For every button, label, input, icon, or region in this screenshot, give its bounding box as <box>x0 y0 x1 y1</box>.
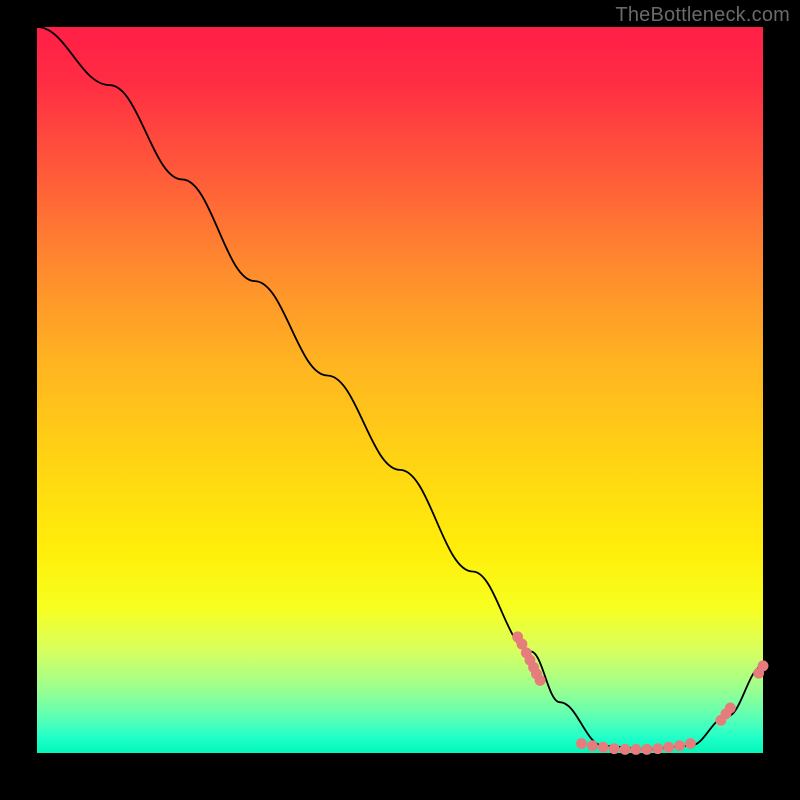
marker-dot <box>598 742 609 753</box>
marker-dot <box>652 743 663 754</box>
marker-dot <box>631 744 642 755</box>
marker-dot <box>576 738 587 749</box>
marker-dot <box>535 675 546 686</box>
marker-dot <box>641 744 652 755</box>
marker-dot <box>663 742 674 753</box>
curve-path <box>37 27 763 749</box>
watermark-text: TheBottleneck.com <box>615 4 790 27</box>
marker-dot <box>725 703 736 714</box>
marker-dot <box>609 743 620 754</box>
marker-dot <box>587 740 598 751</box>
chart-canvas: TheBottleneck.com <box>0 0 800 800</box>
marker-dot <box>685 738 696 749</box>
marker-dot <box>674 740 685 751</box>
plot-area <box>37 27 763 753</box>
marker-dot <box>620 744 631 755</box>
marker-dot <box>758 660 769 671</box>
chart-svg <box>37 27 763 753</box>
